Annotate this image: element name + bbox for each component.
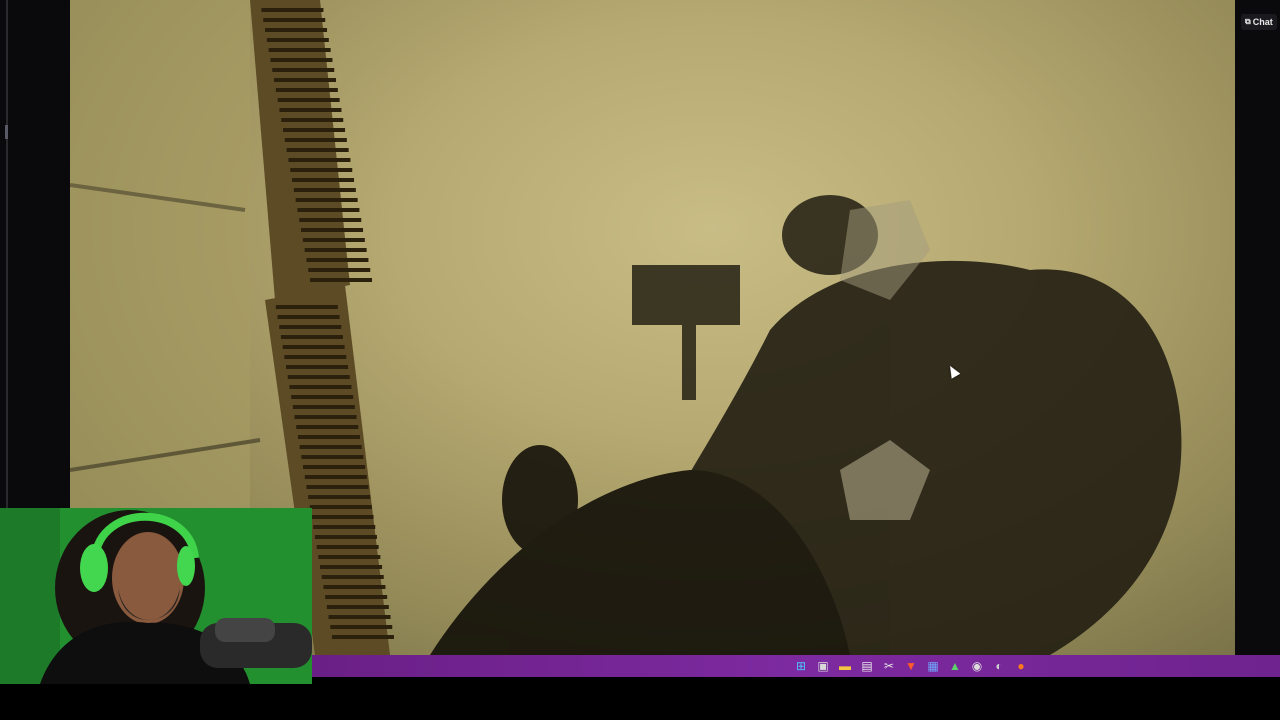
file-explorer-icon[interactable]: ▬ <box>836 657 854 675</box>
chat-button-label: Chat <box>1252 17 1273 27</box>
task-view-icon[interactable]: ▣ <box>814 657 832 675</box>
right-panel-strip <box>1235 0 1280 655</box>
panel-edge-marker <box>5 125 8 139</box>
chat-button[interactable]: ⧉ Chat <box>1241 14 1277 30</box>
green-triangle-app-icon[interactable]: ▲ <box>946 657 964 675</box>
brave-browser-icon[interactable]: ▼ <box>902 657 920 675</box>
windows-start-icon[interactable]: ⊞ <box>792 657 810 675</box>
notepad-icon[interactable]: ▤ <box>858 657 876 675</box>
document-app-icon[interactable]: ▦ <box>924 657 942 675</box>
left-panel-strip <box>0 0 70 508</box>
panel-edge <box>6 0 8 508</box>
obs-icon[interactable]: ◐ <box>990 657 1008 675</box>
taskbar: ⊞ ▣ ▬ ▤ ✂ ▼ ▦ ▲ ◉ ◐ ● <box>312 655 1280 677</box>
firefox-icon[interactable]: ● <box>1012 657 1030 675</box>
circle-app-icon[interactable]: ◉ <box>968 657 986 675</box>
webcam-overlay <box>0 508 312 684</box>
webcam-scene <box>0 508 312 684</box>
video-editor-icon[interactable]: ✂ <box>880 657 898 675</box>
bottom-letterbox <box>0 684 1280 720</box>
popout-icon: ⧉ <box>1245 17 1251 26</box>
shadow-figure <box>430 195 1182 655</box>
